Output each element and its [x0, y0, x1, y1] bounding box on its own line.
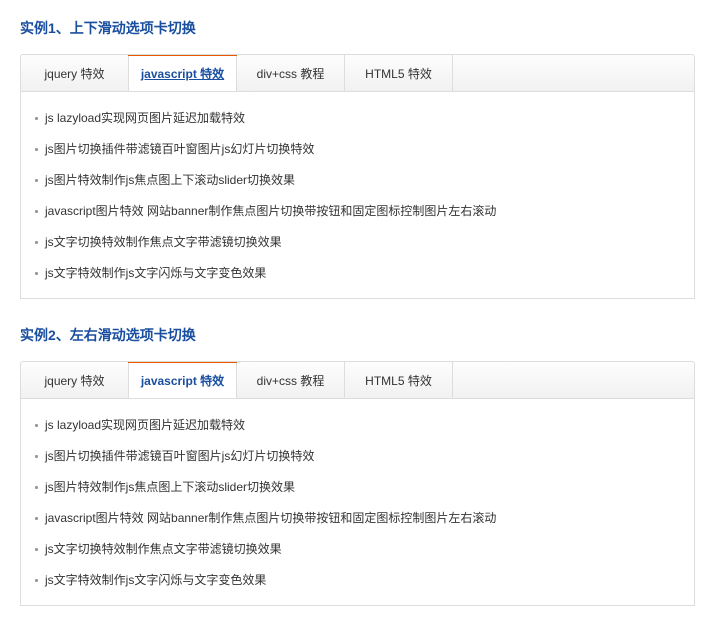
example-title: 实例2、左右滑动选项卡切换 [20, 325, 695, 345]
tab-label: jquery 特效 [44, 374, 104, 388]
tab-0[interactable]: jquery 特效 [21, 362, 129, 398]
list-item: js文字特效制作js文字闪烁与文字变色效果 [35, 257, 680, 288]
list-item: js文字特效制作js文字闪烁与文字变色效果 [35, 564, 680, 595]
bullet-icon [35, 424, 38, 427]
list-item: js lazyload实现网页图片延迟加载特效 [35, 102, 680, 133]
list-item-link[interactable]: js图片特效制作js焦点图上下滚动slider切换效果 [45, 480, 295, 494]
example-section-1: 实例1、上下滑动选项卡切换 jquery 特效 javascript 特效 div+c… [20, 18, 695, 299]
tab-2[interactable]: div+css 教程 [237, 55, 345, 91]
list-item: javascript图片特效 网站banner制作焦点图片切换带按钮和固定图标控… [35, 502, 680, 533]
bullet-icon [35, 148, 38, 151]
tab-content: js lazyload实现网页图片延迟加载特效 js图片切换插件带滤镜百叶窗图片j… [20, 92, 695, 299]
list-item-link[interactable]: js lazyload实现网页图片延迟加载特效 [45, 111, 245, 125]
bullet-icon [35, 455, 38, 458]
tab-0[interactable]: jquery 特效 [21, 55, 129, 91]
tab-bar: jquery 特效 javascript 特效 div+css 教程 HTML5 特效 [20, 361, 695, 399]
tab-content: js lazyload实现网页图片延迟加载特效 js图片切换插件带滤镜百叶窗图片j… [20, 399, 695, 606]
bullet-icon [35, 579, 38, 582]
list-item-link[interactable]: javascript图片特效 网站banner制作焦点图片切换带按钮和固定图标控… [45, 511, 496, 525]
example-title: 实例1、上下滑动选项卡切换 [20, 18, 695, 38]
list-item-link[interactable]: js图片特效制作js焦点图上下滚动slider切换效果 [45, 173, 295, 187]
bullet-icon [35, 272, 38, 275]
tab-1[interactable]: javascript 特效 [129, 55, 237, 91]
tab-1[interactable]: javascript 特效 [129, 362, 237, 398]
list-item: js文字切换特效制作焦点文字带滤镜切换效果 [35, 226, 680, 257]
list-item: js图片特效制作js焦点图上下滚动slider切换效果 [35, 471, 680, 502]
bullet-icon [35, 179, 38, 182]
list-item-link[interactable]: javascript图片特效 网站banner制作焦点图片切换带按钮和固定图标控… [45, 204, 496, 218]
list-item-link[interactable]: js图片切换插件带滤镜百叶窗图片js幻灯片切换特效 [45, 142, 314, 156]
tab-label: HTML5 特效 [365, 374, 432, 388]
list-item-link[interactable]: js文字切换特效制作焦点文字带滤镜切换效果 [45, 235, 282, 249]
list-item: js文字切换特效制作焦点文字带滤镜切换效果 [35, 533, 680, 564]
bullet-icon [35, 241, 38, 244]
bullet-icon [35, 517, 38, 520]
list-item: js图片切换插件带滤镜百叶窗图片js幻灯片切换特效 [35, 133, 680, 164]
list-item-link[interactable]: js文字特效制作js文字闪烁与文字变色效果 [45, 573, 266, 587]
tab-3[interactable]: HTML5 特效 [345, 55, 453, 91]
list-item: js图片切换插件带滤镜百叶窗图片js幻灯片切换特效 [35, 440, 680, 471]
tab-label: javascript 特效 [141, 67, 224, 81]
bullet-icon [35, 117, 38, 120]
bullet-icon [35, 486, 38, 489]
tab-label: div+css 教程 [257, 67, 325, 81]
tab-bar: jquery 特效 javascript 特效 div+css 教程 HTML5 特效 [20, 54, 695, 92]
tab-label: div+css 教程 [257, 374, 325, 388]
list-item: js lazyload实现网页图片延迟加载特效 [35, 409, 680, 440]
tab-label: jquery 特效 [44, 67, 104, 81]
list-item: javascript图片特效 网站banner制作焦点图片切换带按钮和固定图标控… [35, 195, 680, 226]
tab-3[interactable]: HTML5 特效 [345, 362, 453, 398]
bullet-icon [35, 210, 38, 213]
example-section-2: 实例2、左右滑动选项卡切换 jquery 特效 javascript 特效 div+c… [20, 325, 695, 606]
tab-2[interactable]: div+css 教程 [237, 362, 345, 398]
list-item-link[interactable]: js文字特效制作js文字闪烁与文字变色效果 [45, 266, 266, 280]
bullet-icon [35, 548, 38, 551]
list-item-link[interactable]: js文字切换特效制作焦点文字带滤镜切换效果 [45, 542, 282, 556]
tab-label: javascript 特效 [141, 374, 224, 388]
list-item: js图片特效制作js焦点图上下滚动slider切换效果 [35, 164, 680, 195]
list-item-link[interactable]: js图片切换插件带滤镜百叶窗图片js幻灯片切换特效 [45, 449, 314, 463]
tab-label: HTML5 特效 [365, 67, 432, 81]
list-item-link[interactable]: js lazyload实现网页图片延迟加载特效 [45, 418, 245, 432]
